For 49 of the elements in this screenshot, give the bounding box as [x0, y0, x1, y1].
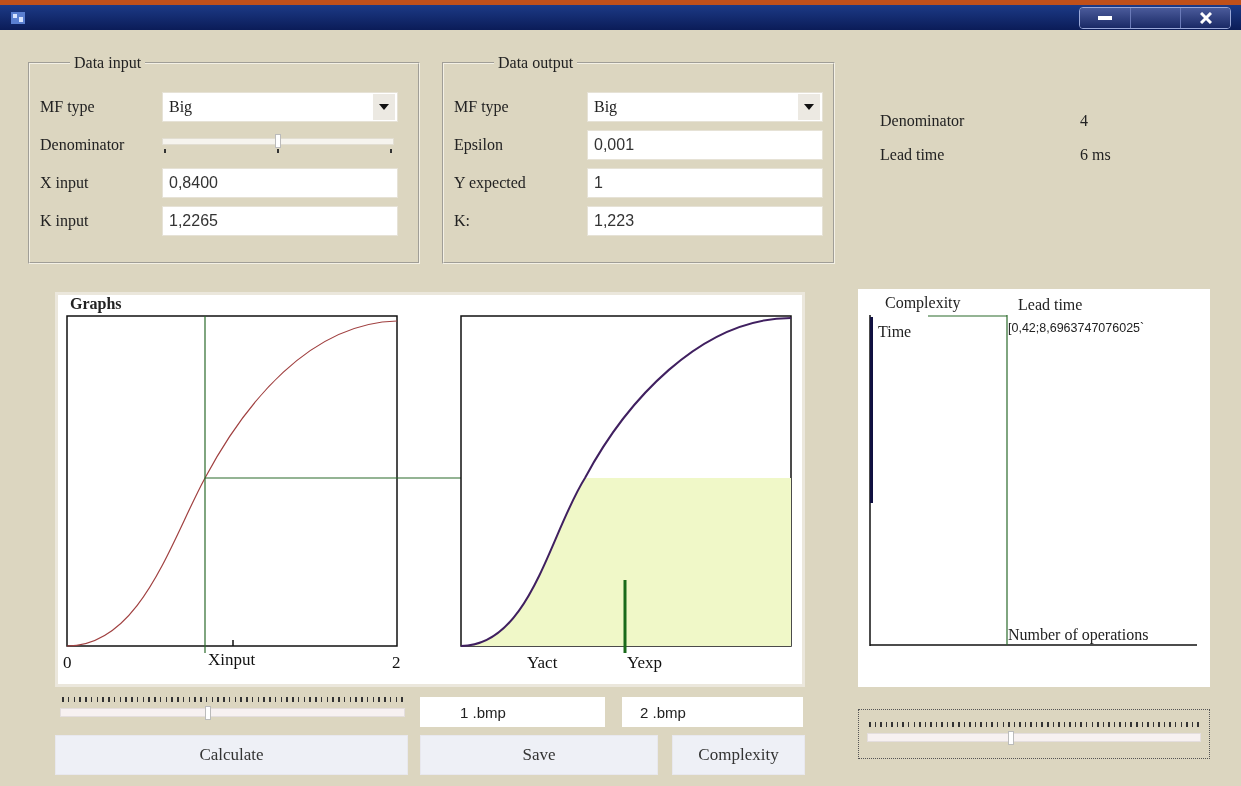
close-button[interactable]: [1180, 7, 1230, 28]
dropdown[interactable]: Big: [162, 92, 398, 122]
input-field[interactable]: 0,001: [587, 130, 823, 160]
field-label: Epsilon: [454, 136, 504, 154]
dropdown-arrow-icon: [379, 104, 389, 110]
slider-thumb[interactable]: [275, 134, 281, 148]
slider-thumb[interactable]: [205, 706, 212, 720]
summary-label: Denominator: [880, 112, 966, 130]
input-field[interactable]: 1,2265: [162, 206, 398, 236]
input-field[interactable]: 1: [587, 168, 823, 198]
axis-label: Xinput: [208, 650, 256, 669]
field-label: K input: [40, 212, 90, 230]
dropdown-arrow-icon: [804, 104, 814, 110]
summary-value: 6 ms: [1080, 146, 1112, 164]
input-field[interactable]: 1,223: [587, 206, 823, 236]
axis-label: Yexp: [627, 653, 663, 672]
axis-label: Number of operations: [1008, 626, 1149, 643]
action-button[interactable]: Calculate: [55, 735, 408, 775]
action-button[interactable]: Complexity: [672, 735, 805, 775]
maximize-button[interactable]: [1130, 7, 1180, 28]
group-title: Graphs: [70, 295, 123, 313]
dropdown[interactable]: Big: [587, 92, 823, 122]
field-label: Y expected: [454, 174, 527, 192]
field-label: X input: [40, 174, 90, 192]
summary-value: 4: [1080, 112, 1089, 130]
axis-label: 2: [392, 653, 401, 672]
input-field[interactable]: 0,8400: [162, 168, 398, 198]
lead-time-value: [0,42;8,6963747076025`: [1008, 321, 1145, 335]
minimize-button[interactable]: [1080, 7, 1130, 28]
chart-header: Lead time: [1018, 296, 1083, 313]
axis-label: 0: [63, 653, 72, 672]
slider-thumb[interactable]: [1007, 731, 1014, 745]
summary-label: Lead time: [880, 146, 946, 164]
close-icon: [1199, 11, 1212, 24]
axis-label: Time: [878, 323, 912, 340]
action-button[interactable]: Save: [420, 735, 658, 775]
slider[interactable]: [858, 709, 1210, 759]
field-label: MF type: [40, 98, 96, 116]
field-label: MF type: [454, 98, 510, 116]
chart-header: Complexity: [885, 294, 961, 311]
minimize-icon: [1098, 15, 1112, 20]
app-icon: [10, 10, 26, 25]
file-name-field[interactable]: 2 .bmp: [622, 697, 803, 727]
group-title: Data input: [73, 54, 143, 72]
field-label: Denominator: [40, 136, 126, 154]
group-title: Data output: [497, 54, 575, 72]
file-name-field[interactable]: 1 .bmp: [420, 697, 605, 727]
axis-label: Yact: [527, 653, 558, 672]
field-label: K:: [454, 212, 471, 230]
